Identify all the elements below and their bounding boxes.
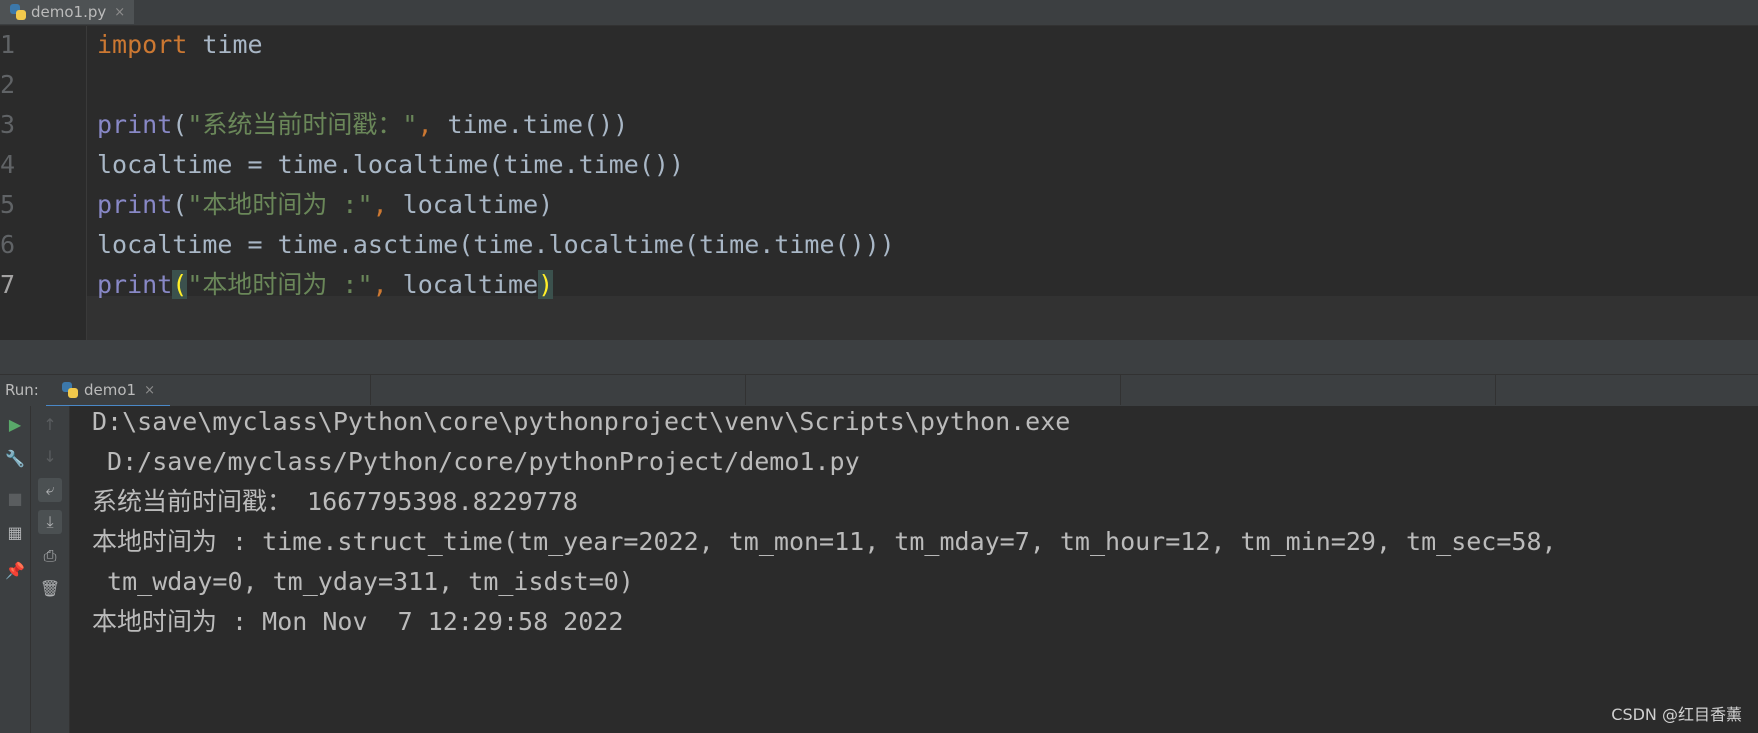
line-number: 4 [0,150,16,179]
console-output[interactable]: D:\save\myclass\Python\core\pythonprojec… [70,406,1758,733]
line-number: 1 [0,30,16,59]
code-line-5: print("本地时间为 :", localtime) [97,190,554,219]
layout-icon[interactable]: ▦ [3,520,27,544]
code-line-7: print("本地时间为 :", localtime) [97,270,554,299]
arrow-down-icon[interactable]: ↓ [38,444,62,468]
console-line: 系统当前时间戳： 1667795398.8229778 [92,487,578,516]
separator [1495,375,1496,405]
console-line: 本地时间为 : Mon Nov 7 12:29:58 2022 [92,607,624,636]
code-line-1: import time [97,30,263,59]
line-number-gutter: 1 2 3 4 5 6 7 [0,26,87,340]
stop-icon[interactable]: ■ [3,486,27,510]
console-line: 本地时间为 : time.struct_time(tm_year=2022, t… [92,527,1557,556]
close-tab-icon[interactable]: × [114,5,125,20]
line-number: 7 [0,270,16,299]
run-label: Run: [5,381,39,399]
line-number: 6 [0,230,16,259]
line-number: 2 [0,70,16,99]
editor-tab-bar: demo1.py × [0,0,1758,26]
console-line: D:\save\myclass\Python\core\pythonprojec… [92,407,1071,436]
wrench-icon[interactable]: 🔧 [3,446,27,470]
editor-tab-label: demo1.py [31,3,107,21]
print-icon[interactable]: ⎙ [38,544,62,568]
line-number: 3 [0,110,16,139]
run-tab-label: demo1 [84,381,137,399]
console-line: D:/save/myclass/Python/core/pythonProjec… [92,447,860,476]
separator [1120,375,1121,405]
console-line: tm_wday=0, tm_yday=311, tm_isdst=0) [92,567,634,596]
code-line-3: print("系统当前时间戳：", time.time()) [97,110,629,139]
code-line-4: localtime = time.localtime(time.time()) [97,150,684,179]
python-file-icon [62,382,78,398]
watermark: CSDN @红目香薰 [1611,705,1742,724]
pin-icon[interactable]: 📌 [3,558,27,582]
run-icon[interactable]: ▶ [3,412,27,436]
panel-divider[interactable] [0,340,1758,374]
scroll-to-end-icon[interactable]: ⤓ [38,510,62,534]
arrow-up-icon[interactable]: ↑ [38,412,62,436]
close-run-tab-icon[interactable]: × [144,383,155,398]
soft-wrap-icon[interactable]: ⤶ [38,478,62,502]
run-left-toolbar: ▶ 🔧 ■ ▦ 📌 [0,406,31,733]
code-line-6: localtime = time.asctime(time.localtime(… [97,230,895,259]
python-file-icon [10,4,26,20]
editor-tab-demo1[interactable]: demo1.py × [0,0,134,24]
line-number: 5 [0,190,16,219]
run-second-toolbar: ↑ ↓ ⤶ ⤓ ⎙ 🗑 [31,406,70,733]
code-editor[interactable]: 1 2 3 4 5 6 7 import time print("系统当前时间戳… [0,26,1758,341]
trash-icon[interactable]: 🗑 [38,576,62,600]
